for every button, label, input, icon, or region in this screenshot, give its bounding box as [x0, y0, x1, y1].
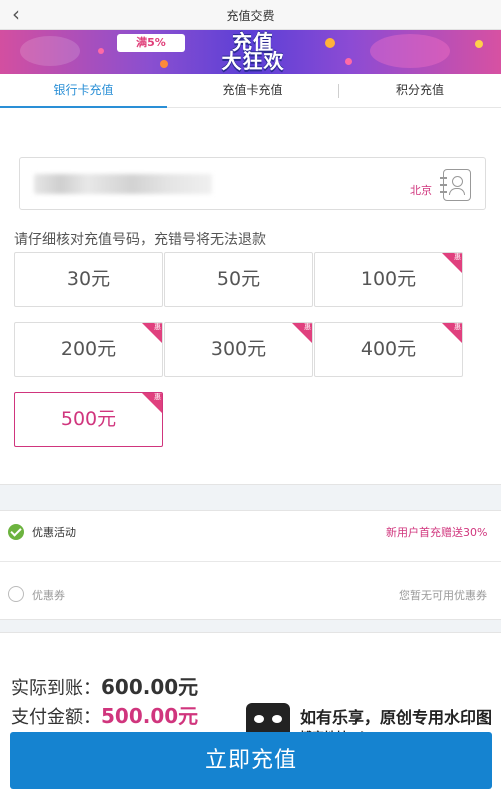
amount-option-300[interactable]: 300元 惠 — [164, 322, 313, 377]
voucher-label: 优惠券 — [32, 589, 65, 602]
banner-decoration — [160, 60, 168, 68]
address-book-ring — [440, 191, 447, 193]
voucher-detail: 您暂无可用优惠券 — [399, 589, 487, 602]
discount-badge-text: 惠 — [454, 323, 461, 331]
recharge-tabs: 银行卡充值 充值卡充值 积分充值 — [0, 74, 501, 108]
banner-decoration — [20, 36, 80, 66]
empty-circle-icon[interactable] — [8, 586, 24, 602]
banner-headline: 充值 大狂欢 — [193, 32, 313, 73]
discount-badge-text: 惠 — [154, 323, 161, 331]
pay-value: 500.00元 — [101, 704, 199, 728]
amount-label: 200元 — [60, 338, 117, 360]
tab-recharge-card[interactable]: 充值卡充值 — [167, 74, 338, 108]
banner-decoration — [345, 58, 352, 65]
voucher-row[interactable]: 优惠券 您暂无可用优惠券 — [0, 562, 501, 612]
banner-coupon-badge: 满5% — [117, 34, 185, 52]
banner-decoration — [370, 34, 450, 68]
amount-label: 50元 — [216, 268, 261, 290]
promo-banner[interactable]: 满5% 充值 大狂欢 — [0, 30, 501, 74]
amount-option-400[interactable]: 400元 惠 — [314, 322, 463, 377]
address-book-ring — [440, 177, 447, 179]
received-value: 600.00元 — [101, 675, 199, 699]
amount-label: 100元 — [360, 268, 417, 290]
pay-amount: 支付金额：500.00元 — [11, 700, 198, 729]
amount-option-30[interactable]: 30元 — [14, 252, 163, 307]
section-divider — [0, 484, 501, 511]
tab-points[interactable]: 积分充值 — [339, 74, 501, 108]
page-title: 充值交费 — [226, 9, 275, 23]
amount-option-50[interactable]: 50元 — [164, 252, 313, 307]
amount-option-200[interactable]: 200元 惠 — [14, 322, 163, 377]
received-amount: 实际到账：600.00元 — [11, 671, 198, 700]
discount-badge-text: 惠 — [454, 253, 461, 261]
amount-option-100[interactable]: 100元 惠 — [314, 252, 463, 307]
carrier-region: 北京 — [410, 184, 432, 197]
amount-label: 500元 — [60, 408, 117, 430]
watermark-line1: 如有乐享，原创专用水印图 — [300, 708, 493, 727]
title-bar: ‹ 充值交费 — [0, 0, 501, 30]
discount-badge-text: 惠 — [154, 393, 161, 401]
amount-label: 400元 — [360, 338, 417, 360]
recharge-now-button[interactable]: 立即充值 — [10, 732, 492, 789]
received-label: 实际到账： — [11, 678, 101, 699]
address-book-ring — [440, 184, 447, 186]
banner-headline-line2: 大狂欢 — [221, 49, 285, 73]
number-warning: 请仔细核对充值号码，充错号将无法退款 — [14, 232, 266, 248]
promo-detail: 新用户首充赠送30% — [386, 526, 488, 539]
section-divider — [0, 619, 501, 633]
banner-decoration — [475, 40, 483, 48]
check-circle-icon[interactable] — [8, 524, 24, 540]
address-book-icon[interactable] — [440, 169, 471, 201]
phone-number-value[interactable] — [34, 174, 212, 194]
banner-decoration — [98, 48, 104, 54]
discount-badge-text: 惠 — [304, 323, 311, 331]
phone-number-field[interactable]: 北京 — [19, 157, 486, 210]
pay-label: 支付金额： — [11, 707, 101, 728]
banner-decoration — [325, 38, 335, 48]
amount-label: 30元 — [66, 268, 111, 290]
amount-option-500[interactable]: 500元 惠 — [14, 392, 163, 447]
promo-row[interactable]: 优惠活动 新用户首充赠送30% — [0, 511, 501, 561]
amount-label: 300元 — [210, 338, 267, 360]
tab-bank-card[interactable]: 银行卡充值 — [0, 74, 167, 108]
promo-label: 优惠活动 — [32, 526, 76, 539]
